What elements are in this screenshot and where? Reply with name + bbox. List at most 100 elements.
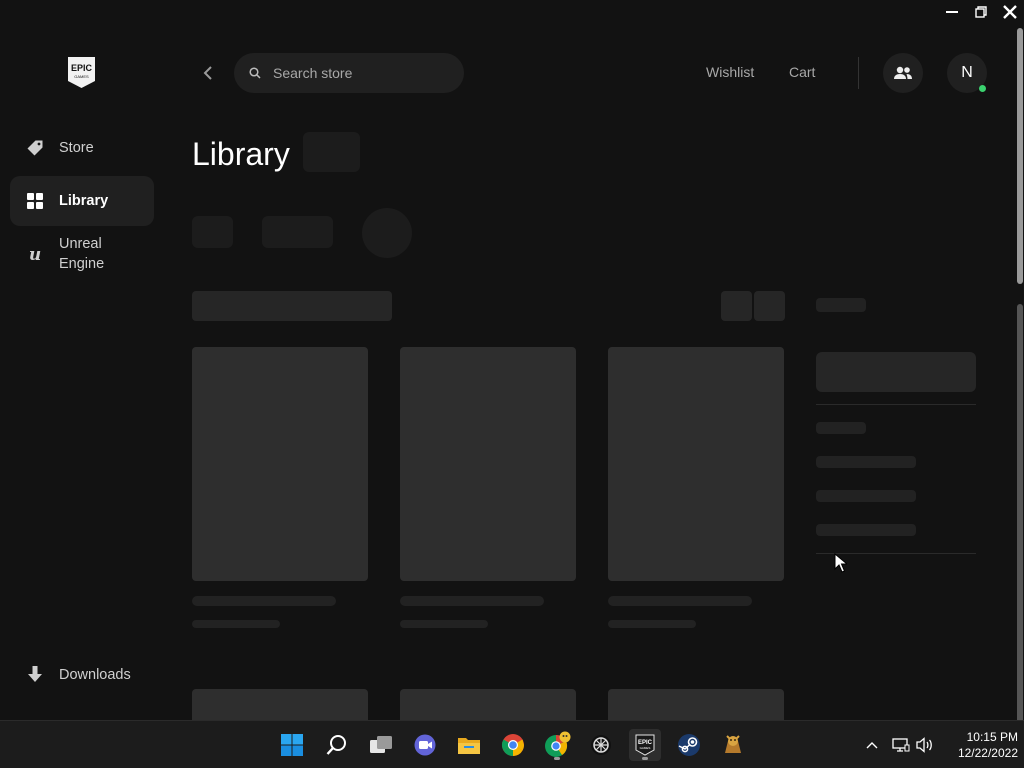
chevron-up-icon [866,742,878,749]
chat-icon [414,734,436,756]
game-card-skeleton [192,347,368,581]
sidebar-item-label: Store [59,140,94,156]
chat-button[interactable] [409,729,441,761]
window-controls [937,0,1024,24]
chevron-left-icon [203,66,212,80]
game-subtitle-skeleton [400,620,488,628]
epic-games-logo[interactable]: EPIC GAMES [66,56,97,89]
file-explorer-icon [458,738,480,754]
sidebar-item-label: Downloads [59,667,131,683]
grid-view-skeleton [721,291,752,321]
running-indicator [642,757,648,760]
minimize-icon [945,11,958,13]
chrome-profile-icon [545,731,571,757]
game-title-skeleton [192,596,336,606]
sidebar-item-store[interactable]: Store [10,123,154,173]
game-title-skeleton [608,596,752,606]
game-card-skeleton [192,689,368,720]
game-subtitle-skeleton [192,620,280,628]
game-card-skeleton [400,689,576,720]
search-icon [249,67,261,79]
minimize-button[interactable] [937,0,966,24]
task-view-button[interactable] [365,729,397,761]
epic-games-icon: EPIC GAMES [635,734,655,756]
download-icon [25,665,45,685]
close-icon [1002,5,1017,19]
count-badge-skeleton [303,132,360,172]
show-hidden-icons-button[interactable] [864,735,880,755]
search-bar[interactable] [234,53,464,93]
network-status[interactable] [890,735,912,755]
running-indicator [554,757,560,760]
friends-button[interactable] [883,53,923,93]
filter-option-skeleton [816,524,916,536]
svg-text:GAMES: GAMES [640,746,651,750]
sidebar-item-library[interactable]: Library [10,176,154,226]
game-card-skeleton [608,347,784,581]
clock-time: 10:15 PM [966,730,1018,744]
cart-link[interactable]: Cart [789,64,815,80]
clock-date: 12/22/2022 [957,746,1018,760]
tab-skeleton [192,216,233,248]
file-explorer-button[interactable] [453,729,485,761]
topbar-divider [858,57,859,89]
sidebar-item-label: Library [59,193,109,209]
epic-games-launcher-window: EPIC GAMES Store Library u Unreal Engine… [0,0,1024,720]
restore-icon [974,6,987,18]
scrollbar[interactable] [1015,24,1024,720]
epic-games-logo-icon: EPIC GAMES [68,57,95,88]
game-card-skeleton [400,347,576,581]
svg-text:u: u [29,245,41,263]
svg-text:GAMES: GAMES [74,74,89,79]
search-icon [326,735,346,755]
user-avatar[interactable]: N [947,53,987,93]
filter-heading-skeleton [816,298,866,312]
tab-skeleton [262,216,333,248]
chrome-button[interactable] [497,729,529,761]
chrome-icon [502,734,524,756]
steam-icon [678,734,700,756]
sidebar-item-unreal-engine[interactable]: u Unreal Engine [10,229,154,279]
grid-icon [25,191,45,211]
unreal-engine-icon: u [25,244,45,264]
game-icon [725,735,741,753]
filter-option-skeleton [816,456,916,468]
close-button[interactable] [995,0,1024,24]
volume-icon [916,737,932,753]
back-button[interactable] [198,62,218,84]
mouse-cursor-icon [834,553,847,573]
task-view-icon [370,736,392,753]
taskbar-search-button[interactable] [321,729,353,761]
wishlist-link[interactable]: Wishlist [706,64,754,80]
search-input[interactable] [273,65,443,81]
scrollbar-track[interactable] [1017,304,1023,720]
epic-games-taskbar-button[interactable]: EPIC GAMES [629,729,661,761]
svg-text:EPIC: EPIC [71,63,93,73]
filter-divider [816,404,976,405]
network-icon [892,738,910,752]
taskbar-clock[interactable]: 10:15 PM 12/22/2022 [940,729,1018,761]
steam-button[interactable] [673,729,705,761]
filter-search-skeleton [816,352,976,392]
filter-option-skeleton [816,490,916,502]
windows-start-button[interactable] [276,729,308,761]
restore-button[interactable] [966,0,995,24]
scrollbar-thumb[interactable] [1017,28,1023,284]
sidebar-item-label: Unreal Engine [59,236,105,272]
refresh-skeleton [362,208,412,258]
friends-icon [894,66,912,79]
app-button[interactable] [585,729,617,761]
page-title: Library [192,136,290,172]
windows-start-icon [281,734,303,756]
game-card-skeleton [608,689,784,720]
volume-control[interactable] [914,735,936,755]
game-button[interactable] [717,729,749,761]
list-view-skeleton [754,291,785,321]
sidebar-item-downloads[interactable]: Downloads [10,650,154,700]
game-subtitle-skeleton [608,620,696,628]
chrome-profile-button[interactable] [541,729,573,761]
online-status-indicator [979,85,986,92]
game-title-skeleton [400,596,544,606]
app-icon [591,735,611,755]
taskbar: EPIC GAMES 10:15 PM 12/22/2022 [0,720,1024,768]
